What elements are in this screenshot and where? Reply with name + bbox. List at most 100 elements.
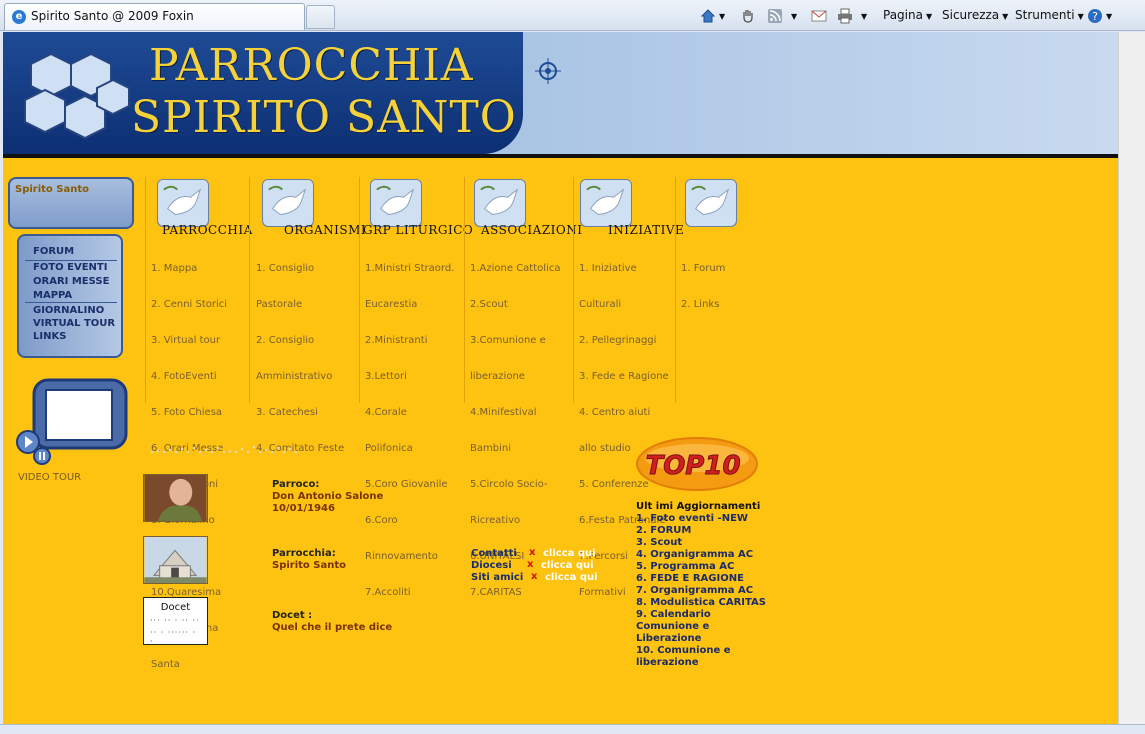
- hand-icon: [743, 9, 753, 23]
- menu-link[interactable]: 2. Consiglio: [256, 335, 344, 347]
- dove-icon[interactable]: [157, 179, 209, 227]
- top10-item[interactable]: 10. Comunione e: [636, 645, 796, 657]
- menu-link[interactable]: Ricreativo: [470, 515, 560, 527]
- menu-link[interactable]: Amministrativo: [256, 371, 344, 383]
- feeds-button[interactable]: ▼: [767, 6, 797, 24]
- menu-link[interactable]: Eucarestia: [365, 299, 454, 311]
- menu-link[interactable]: 3. Fede e Ragione: [579, 371, 669, 383]
- menu-link[interactable]: 1. Iniziative: [579, 263, 669, 275]
- nav-giornalino[interactable]: GIORNALINO: [33, 305, 104, 316]
- dove-icon[interactable]: [474, 179, 526, 227]
- menu-link[interactable]: 2.Ministranti: [365, 335, 454, 347]
- menu-link[interactable]: 5.Circolo Socio-: [470, 479, 560, 491]
- top10-item[interactable]: 1. Foto eventi -NEW: [636, 513, 796, 525]
- menu-link[interactable]: 3.Comunione e: [470, 335, 560, 347]
- menu-link[interactable]: 7.CARITAS: [470, 587, 560, 599]
- top10-item[interactable]: Liberazione: [636, 633, 796, 645]
- siti-amici-link[interactable]: clicca qui: [545, 572, 598, 583]
- top10-badge: TOP10: [636, 437, 758, 491]
- menu-link[interactable]: Santa: [151, 659, 227, 671]
- dove-icon[interactable]: [262, 179, 314, 227]
- menu-link[interactable]: 2. Links: [681, 299, 725, 311]
- menu-link[interactable]: 4.Corale: [365, 407, 454, 419]
- menu-link[interactable]: 3. Virtual tour: [151, 335, 227, 347]
- menu-link[interactable]: 3.Lettori: [365, 371, 454, 383]
- diocesi-link[interactable]: clicca qui: [541, 560, 594, 571]
- menu-link[interactable]: 2.Scout: [470, 299, 560, 311]
- nav-virtual-tour[interactable]: VIRTUAL TOUR: [33, 318, 115, 329]
- menu-link[interactable]: 2. Pellegrinaggi: [579, 335, 669, 347]
- top10-item[interactable]: 7. Organigramma AC: [636, 585, 796, 597]
- menu-link[interactable]: 4. Centro aiuti: [579, 407, 669, 419]
- mail-button[interactable]: [811, 6, 827, 24]
- cubes-logo-icon: [24, 52, 130, 140]
- dotted-divider: [150, 445, 298, 454]
- vertical-scrollbar[interactable]: [1118, 32, 1145, 724]
- menu-link[interactable]: 5.Coro Giovanile: [365, 479, 454, 491]
- nav-mappa[interactable]: MAPPA: [33, 290, 72, 301]
- menu-link[interactable]: 3. Catechesi: [256, 407, 344, 419]
- menu-link[interactable]: 1.Azione Cattolica: [470, 263, 560, 275]
- menu-link[interactable]: 4.Minifestival: [470, 407, 560, 419]
- menu-title[interactable]: INIZIATIVE: [608, 223, 684, 237]
- nav-orari-messe[interactable]: ORARI MESSE: [33, 276, 109, 287]
- nav-forum[interactable]: FORUM: [33, 246, 74, 257]
- sicurezza-menu[interactable]: Sicurezza ▼: [942, 6, 1008, 24]
- dove-icon[interactable]: [580, 179, 632, 227]
- top10-item[interactable]: 5. Programma AC: [636, 561, 796, 573]
- video-tour-player[interactable]: [16, 378, 128, 466]
- menu-column-associazioni: ASSOCIAZIONI 1.Azione Cattolica 2.Scout …: [464, 177, 582, 598]
- browser-tab-active[interactable]: e Spirito Santo @ 2009 Foxin: [4, 3, 305, 30]
- top10-item[interactable]: liberazione: [636, 657, 796, 669]
- menu-link[interactable]: Culturali: [579, 299, 669, 311]
- top10-item[interactable]: Comunione e: [636, 621, 796, 633]
- diocesi-label: Diocesi: [471, 560, 512, 571]
- dove-icon[interactable]: [685, 179, 737, 227]
- menu-link[interactable]: liberazione: [470, 371, 560, 383]
- menu-link[interactable]: 6.Coro: [365, 515, 454, 527]
- menu-title[interactable]: ORGANISMI: [284, 223, 366, 237]
- video-tour-label[interactable]: VIDEO TOUR: [18, 472, 81, 483]
- top10-item[interactable]: 8. Modulistica CARITAS: [636, 597, 796, 609]
- nav-foto-eventi[interactable]: FOTO EVENTI: [33, 262, 107, 273]
- menu-link[interactable]: 1. Mappa: [151, 263, 227, 275]
- site-title-line2: SPIRITO SANTO: [131, 92, 517, 143]
- top10-item[interactable]: 3. Scout: [636, 537, 796, 549]
- parroco-photo[interactable]: [143, 474, 208, 522]
- pagina-menu[interactable]: Pagina ▼: [883, 6, 932, 24]
- bullet-x-icon: x: [531, 571, 538, 582]
- strumenti-menu[interactable]: Strumenti ▼: [1015, 6, 1084, 24]
- top10-item[interactable]: 9. Calendario: [636, 609, 796, 621]
- top10-item[interactable]: 2. FORUM: [636, 525, 796, 537]
- home-icon: [700, 8, 716, 22]
- menu-link[interactable]: 1. Consiglio: [256, 263, 344, 275]
- help-button[interactable]: ? ▼: [1087, 6, 1112, 24]
- dove-icon[interactable]: [370, 179, 422, 227]
- tab-title: Spirito Santo @ 2009 Foxin: [31, 9, 194, 23]
- new-tab-button[interactable]: [306, 5, 335, 29]
- top10-item[interactable]: 6. FEDE E RAGIONE: [636, 573, 796, 585]
- menu-title[interactable]: ASSOCIAZIONI: [481, 223, 582, 237]
- hand-tool-button[interactable]: [740, 6, 756, 24]
- menu-link[interactable]: Bambini: [470, 443, 560, 455]
- menu-link[interactable]: Pastorale: [256, 299, 344, 311]
- print-button[interactable]: ▼: [837, 6, 867, 24]
- menu-link[interactable]: 7.Accoliti: [365, 587, 454, 599]
- docet-image[interactable]: Docet ··· ·· · ·· ·· ·· · ······ · ·: [143, 597, 208, 646]
- nav-links[interactable]: LINKS: [33, 331, 66, 342]
- spirito-santo-tab[interactable]: Spirito Santo: [8, 177, 134, 229]
- top10-item[interactable]: 4. Organigramma AC: [636, 549, 796, 561]
- menu-link[interactable]: 1. Forum: [681, 263, 725, 275]
- contatti-link[interactable]: clicca qui: [543, 548, 596, 559]
- menu-link[interactable]: 2. Cenni Storici: [151, 299, 227, 311]
- menu-link[interactable]: 4. FotoEventi: [151, 371, 227, 383]
- menu-link[interactable]: 5. Foto Chiesa: [151, 407, 227, 419]
- menu-link[interactable]: 1.Ministri Straord.: [365, 263, 454, 275]
- help-icon: ?: [1088, 8, 1102, 23]
- church-photo[interactable]: [143, 536, 208, 584]
- menu-link[interactable]: Rinnovamento: [365, 551, 454, 563]
- menu-title[interactable]: GRP LITURGICO: [363, 223, 473, 237]
- home-button[interactable]: ▼: [700, 6, 725, 24]
- menu-link[interactable]: Polifonica: [365, 443, 454, 455]
- menu-title[interactable]: PARROCCHIA: [162, 223, 253, 237]
